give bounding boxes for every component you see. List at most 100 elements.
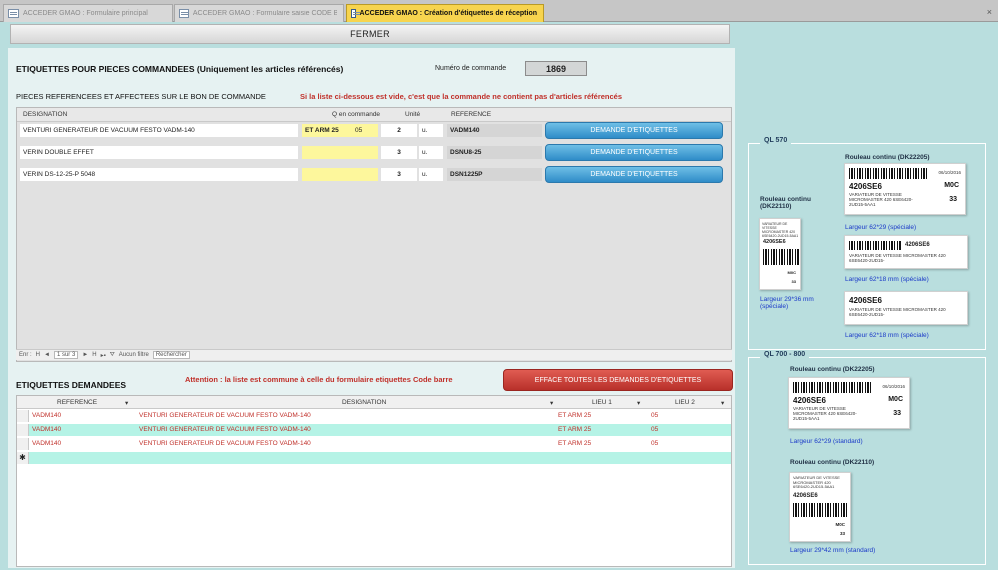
location1-field[interactable]: ET ARM 25: [302, 124, 352, 137]
table-row[interactable]: VADM140 VENTURI GENERATEUR DE VACUUM FES…: [17, 438, 731, 450]
row-selector[interactable]: [17, 424, 29, 436]
label-date: 06/10/2016: [938, 170, 961, 175]
filter-icon: ⛛: [109, 351, 115, 358]
label-text: VARIATEUR DE VITESSE MICROMASTER 420 6SE…: [849, 192, 913, 207]
filter-status-button[interactable]: Aucun filtre: [119, 352, 149, 358]
column-header-location1[interactable]: LIEU 1: [592, 399, 612, 406]
tab-barcode-form[interactable]: ACCEDER GMAO : Formulaire saisie CODE BA…: [174, 4, 344, 22]
reference-field[interactable]: VADM140: [447, 124, 542, 137]
reference-field[interactable]: DSNU8-25: [447, 146, 542, 159]
sort-icon[interactable]: ▾: [637, 399, 640, 407]
designation-field[interactable]: VERIN DOUBLE EFFET: [20, 146, 298, 159]
sort-icon[interactable]: ▾: [550, 399, 553, 407]
location1-field[interactable]: [302, 168, 352, 181]
label-qty: 33: [893, 410, 901, 417]
width-29x36-special: Largeur 29*36 mm (spéciale): [760, 296, 814, 310]
form-icon: [179, 9, 189, 18]
request-labels-button[interactable]: DEMANDE D'ETIQUETTES: [545, 166, 723, 183]
location1-cell: ET ARM 25: [558, 440, 592, 447]
request-labels-button[interactable]: DEMANDE D'ETIQUETTES: [545, 122, 723, 139]
roll-dk22110-title: Rouleau continu (DK22110): [760, 196, 811, 210]
location2-field[interactable]: [352, 146, 378, 159]
request-labels-button[interactable]: DEMANDE D'ETIQUETTES: [545, 144, 723, 161]
section-title-requested-labels: ETIQUETTES DEMANDEES: [16, 380, 127, 390]
designation-cell: VENTURI GENERATEUR DE VACUUM FESTO VADM-…: [139, 412, 311, 419]
designation-field[interactable]: VERIN DS-12-25-P 5048: [20, 168, 298, 181]
table-row[interactable]: VADM140 VENTURI GENERATEUR DE VACUUM FES…: [17, 410, 731, 422]
label-text: VARIATEUR DE VITESSE MICROMASTER 420 6SE…: [793, 406, 857, 421]
close-tab-icon[interactable]: ×: [987, 7, 992, 17]
row-selector[interactable]: [17, 410, 29, 422]
label-preview-62x29-standard: 06/10/2016 4206SE6 M0C VARIATEUR DE VITE…: [788, 377, 910, 429]
roll-dk22205-title: Rouleau continu (DK22205): [845, 154, 930, 161]
location2-cell: 05: [651, 426, 659, 433]
last-record-button[interactable]: H: [92, 352, 96, 358]
column-header-reference: REFERENCE: [451, 111, 492, 118]
location1-field[interactable]: [302, 146, 352, 159]
table-row: VENTURI GENERATEUR DE VACUUM FESTO VADM-…: [17, 122, 731, 139]
label-qty: 33: [839, 531, 845, 536]
form-icon: [8, 9, 19, 18]
close-button[interactable]: FERMER: [10, 24, 730, 44]
sort-icon[interactable]: ▾: [125, 399, 128, 407]
quantity-field[interactable]: 3: [381, 146, 417, 159]
reference-cell: VADM140: [32, 440, 62, 447]
section-title-ordered-parts: ETIQUETTES POUR PIECES COMMANDEES (Uniqu…: [16, 64, 344, 74]
roll-dk22110-title: Rouleau continu (DK22110): [790, 459, 875, 466]
quantity-field[interactable]: 3: [381, 168, 417, 181]
row-selector[interactable]: [17, 438, 29, 450]
record-label: Enr :: [19, 352, 32, 358]
label-code: 4206SE6: [905, 242, 930, 248]
width-62x18-special-a: Largeur 62*18 mm (spéciale): [845, 276, 929, 283]
table-header: REFERENCE ▾ DESIGNATION ▾ LIEU 1 ▾ LIEU …: [17, 396, 731, 409]
next-record-button[interactable]: ►: [82, 352, 88, 358]
ql570-legend: QL 570: [760, 137, 792, 144]
clear-all-requests-button[interactable]: EFFACE TOUTES LES DEMANDES D'ETIQUETTES: [503, 369, 733, 391]
new-record-button[interactable]: ▸▪: [101, 352, 106, 359]
table-row: VERIN DOUBLE EFFET 3 u. DSNU8-25 DEMANDE…: [17, 144, 731, 161]
label-text: VARIATEUR DE VITESSE MICROMASTER 420 6SE…: [849, 253, 946, 263]
record-position-field[interactable]: 1 sur 3: [53, 351, 79, 359]
column-header-reference[interactable]: REFERENCE: [57, 399, 97, 406]
sort-icon[interactable]: ▾: [721, 399, 724, 407]
width-29x42-standard: Largeur 29*42 mm (standard): [790, 547, 876, 554]
designation-field[interactable]: VENTURI GENERATEUR DE VACUUM FESTO VADM-…: [20, 124, 298, 137]
reference-field[interactable]: DSN1225P: [447, 168, 542, 181]
label-text: VARIATEUR DE VITESSE MICROMASTER 420 6SE…: [762, 222, 799, 238]
barcode-icon: [763, 249, 799, 265]
location2-cell: 05: [651, 412, 659, 419]
label-text: VARIATEUR DE VITESSE MICROMASTER 420 6SE…: [793, 475, 840, 489]
label-code-suffix: M0C: [944, 182, 959, 189]
designation-cell: VENTURI GENERATEUR DE VACUUM FESTO VADM-…: [139, 440, 311, 447]
unit-field[interactable]: u.: [419, 146, 443, 159]
width-62x18-special-b: Largeur 62*18 mm (spéciale): [845, 332, 929, 339]
new-record-row[interactable]: ✱: [17, 452, 731, 464]
label-code-suffix: M0C: [787, 270, 796, 275]
quantity-field[interactable]: 2: [381, 124, 417, 137]
unit-field[interactable]: u.: [419, 124, 443, 137]
label-preview-29x42-standard: VARIATEUR DE VITESSE MICROMASTER 420 6SE…: [789, 472, 851, 542]
label-qty: 33: [949, 196, 957, 203]
search-field[interactable]: Rechercher: [152, 351, 190, 359]
reference-cell: VADM140: [32, 412, 62, 419]
tab-main-form[interactable]: ACCEDER GMAO : Formulaire principal: [3, 4, 173, 22]
location2-field[interactable]: 05: [352, 124, 378, 137]
order-number-field[interactable]: 1869: [525, 61, 587, 76]
previous-record-button[interactable]: ◄: [44, 352, 50, 358]
label-preview-62x18-a: 4206SE6 VARIATEUR DE VITESSE MICROMASTER…: [844, 235, 968, 269]
tab-label-creation[interactable]: ACCEDER GMAO : Création d'étiquettes de …: [346, 4, 544, 22]
column-header-designation[interactable]: DESIGNATION: [342, 399, 386, 406]
referenced-parts-subtitle: PIECES REFERENCEES ET AFFECTEES SUR LE B…: [16, 92, 266, 101]
shared-list-warning: Attention : la liste est commune à celle…: [185, 375, 453, 384]
barcode-icon: [849, 168, 927, 179]
column-header-location2[interactable]: LIEU 2: [675, 399, 695, 406]
unit-field[interactable]: u.: [419, 168, 443, 181]
table-row[interactable]: VADM140 VENTURI GENERATEUR DE VACUUM FES…: [17, 424, 731, 436]
first-record-button[interactable]: H: [36, 352, 40, 358]
width-62x29-standard: Largeur 62*29 (standard): [790, 438, 863, 445]
label-code: 4206SE6: [793, 493, 818, 499]
location2-field[interactable]: [352, 168, 378, 181]
width-62x29-special: Largeur 62*29 (spéciale): [845, 224, 917, 231]
location2-cell: 05: [651, 440, 659, 447]
label-code: 4206SE6: [849, 182, 882, 191]
